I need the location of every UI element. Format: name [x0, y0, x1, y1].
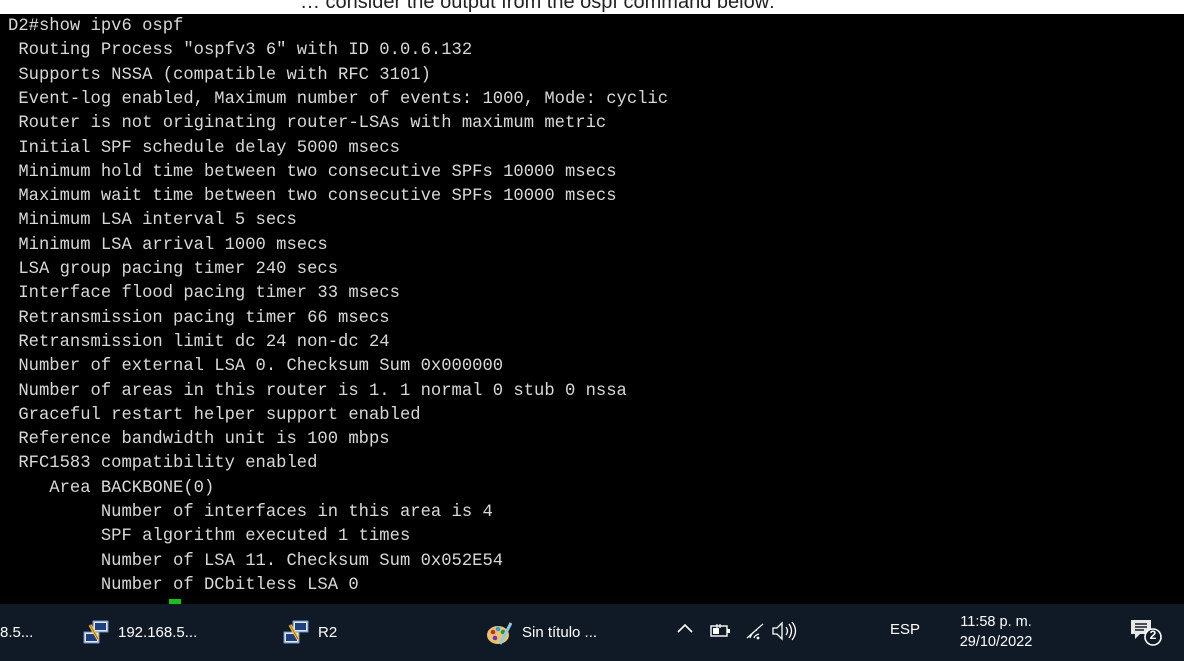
- terminal-line: Number of DCbitless LSA 0: [8, 575, 359, 595]
- task-button-putty-1[interactable]: 8.5...: [0, 604, 70, 661]
- terminal-line: Retransmission limit dc 24 non-dc 24: [8, 332, 390, 352]
- task-label: Sin título ...: [522, 624, 598, 641]
- taskbar: 8.5... 192.168.5... R2 Sin título ... ES…: [0, 604, 1184, 661]
- terminal-line: Event-log enabled, Maximum number of eve…: [8, 89, 669, 109]
- task-button-putty-r2[interactable]: R2: [282, 604, 382, 661]
- terminal-line: Supports NSSA (compatible with RFC 3101): [8, 65, 431, 85]
- task-button-putty-2[interactable]: 192.168.5...: [82, 604, 267, 661]
- task-button-paint[interactable]: Sin título ...: [486, 604, 666, 661]
- notifications-count: 2: [1149, 628, 1157, 642]
- task-label: 8.5...: [0, 624, 34, 641]
- putty-icon: [82, 619, 110, 647]
- terminal-line: RFC1583 compatibility enabled: [8, 454, 318, 474]
- terminal-line: LSA group pacing timer 240 secs: [8, 260, 339, 279]
- terminal-line: Interface flood pacing timer 33 msecs: [8, 284, 400, 304]
- terminal-line: Router is not originating router-LSAs wi…: [8, 114, 607, 134]
- terminal-line: Retransmission pacing timer 66 msecs: [8, 308, 390, 328]
- terminal-line: Number of LSA 11. Checksum Sum 0x052E54: [8, 551, 504, 571]
- terminal-line: Minimum LSA arrival 1000 msecs: [8, 235, 328, 255]
- caption-text: … consider the output from the ospf comm…: [300, 0, 775, 13]
- clock[interactable]: 11:58 p. m. 29/10/2022: [946, 612, 1046, 652]
- notifications-icon[interactable]: 2: [1128, 616, 1164, 648]
- putty-icon: [282, 619, 310, 647]
- wifi-icon[interactable]: [743, 618, 769, 644]
- terminal-line: Number of areas in this router is 1. 1 n…: [8, 381, 627, 401]
- task-label: 192.168.5...: [118, 624, 198, 641]
- terminal-line: Reference bandwidth unit is 100 mbps: [8, 430, 390, 450]
- battery-icon[interactable]: [708, 618, 734, 644]
- terminal-line: Initial SPF schedule delay 5000 msecs: [8, 138, 400, 158]
- show-hidden-icons-chevron[interactable]: [676, 619, 694, 640]
- paint-icon: [486, 620, 513, 646]
- terminal-line: Area BACKBONE(0): [8, 478, 215, 498]
- terminal-line: Minimum hold time between two consecutiv…: [8, 162, 617, 182]
- terminal-line: D2#show ipv6 ospf: [8, 17, 184, 36]
- terminal-line: Minimum LSA interval 5 secs: [8, 211, 297, 231]
- terminal-window[interactable]: D2#show ipv6 ospf Routing Process "ospfv…: [0, 14, 1184, 604]
- terminal-line: Number of interfaces in this area is 4: [8, 503, 493, 522]
- terminal-line: Maximum wait time between two consecutiv…: [8, 187, 617, 207]
- terminal-line: Graceful restart helper support enabled: [8, 405, 421, 425]
- volume-icon[interactable]: [770, 618, 797, 644]
- terminal-line: Routing Process "ospfv3 6" with ID 0.0.6…: [8, 41, 473, 61]
- language-indicator[interactable]: ESP: [890, 621, 920, 638]
- clock-time: 11:58 p. m.: [960, 614, 1032, 630]
- task-label: R2: [318, 624, 338, 641]
- caption-strip: … consider the output from the ospf comm…: [0, 0, 1184, 14]
- terminal-line: Number of external LSA 0. Checksum Sum 0…: [8, 357, 504, 377]
- clock-date: 29/10/2022: [959, 634, 1033, 650]
- terminal-line: SPF algorithm executed 1 times: [8, 527, 411, 547]
